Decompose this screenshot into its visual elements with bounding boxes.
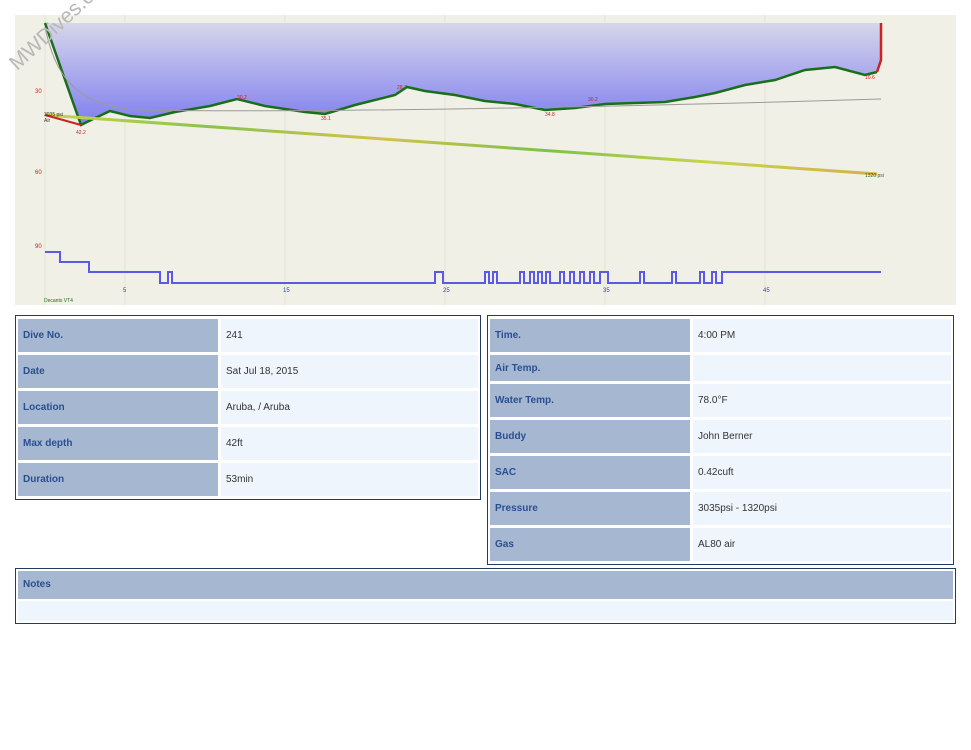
table-row: Time. 4:00 PM — [490, 319, 951, 352]
row-value: 53min — [218, 463, 478, 496]
end-pressure-label: 1320 psi — [865, 173, 884, 179]
depth-mark: 35.1 — [321, 116, 331, 122]
table-row: Air Temp. — [490, 355, 951, 381]
max-depth-mark: 42.2 — [76, 130, 86, 136]
depth-label: 90 — [35, 244, 42, 250]
depth-mark: 30.2 — [588, 97, 598, 103]
time-label: 25 — [443, 288, 450, 294]
table-row: Location Aruba, / Aruba — [18, 391, 478, 424]
row-label: Date — [18, 355, 218, 388]
row-label: SAC — [490, 456, 690, 489]
table-row: Buddy John Berner — [490, 420, 951, 453]
row-value: 0.42cuft — [690, 456, 951, 489]
row-label: Time. — [490, 319, 690, 352]
time-axis: 5 15 25 35 45 — [123, 288, 770, 294]
depth-area — [45, 23, 881, 125]
time-label: 5 — [123, 288, 127, 294]
depth-label: 60 — [35, 170, 42, 176]
row-label: Location — [18, 391, 218, 424]
notes-value — [18, 601, 953, 621]
dive-conditions-table: Time. 4:00 PM Air Temp. Water Temp. 78.0… — [487, 315, 954, 565]
table-row: Water Temp. 78.0°F — [490, 384, 951, 417]
row-label: Dive No. — [18, 319, 218, 352]
dive-profile-chart: 30 60 90 5 15 25 35 45 3035 psi Air 42.2… — [15, 15, 956, 305]
depth-label: 30 — [35, 89, 42, 95]
depth-mark: 10.6 — [865, 75, 875, 81]
time-label: 35 — [603, 288, 610, 294]
row-value: 4:00 PM — [690, 319, 951, 352]
row-value: 42ft — [218, 427, 478, 460]
row-label: Max depth — [18, 427, 218, 460]
table-row: Dive No. 241 — [18, 319, 478, 352]
row-label: Buddy — [490, 420, 690, 453]
temperature-line — [45, 251, 881, 284]
row-value: Sat Jul 18, 2015 — [218, 355, 478, 388]
row-value: Aruba, / Aruba — [218, 391, 478, 424]
notes-label: Notes — [18, 571, 953, 599]
row-label: Pressure — [490, 492, 690, 525]
row-label: Air Temp. — [490, 355, 690, 381]
table-row: Date Sat Jul 18, 2015 — [18, 355, 478, 388]
table-row: Max depth 42ft — [18, 427, 478, 460]
pressure-line — [44, 113, 878, 176]
time-label: 15 — [283, 288, 290, 294]
table-row: Pressure 3035psi - 1320psi — [490, 492, 951, 525]
row-value: 3035psi - 1320psi — [690, 492, 951, 525]
depth-mark: 34.8 — [545, 112, 555, 118]
row-value: John Berner — [690, 420, 951, 453]
dive-summary-table: Dive No. 241 Date Sat Jul 18, 2015 Locat… — [15, 315, 481, 500]
row-value: 241 — [218, 319, 478, 352]
row-label: Duration — [18, 463, 218, 496]
table-row: SAC 0.42cuft — [490, 456, 951, 489]
depth-mark: 30.2 — [237, 95, 247, 101]
row-value — [690, 355, 951, 381]
time-label: 45 — [763, 288, 770, 294]
depth-axis: 30 60 90 — [35, 89, 42, 250]
gas-label: Air — [44, 118, 50, 124]
notes-section: Notes — [15, 568, 956, 624]
row-value: 78.0°F — [690, 384, 951, 417]
depth-mark: 28.7 — [397, 85, 407, 91]
table-row: Duration 53min — [18, 463, 478, 496]
row-label: Gas — [490, 528, 690, 561]
table-row: Gas AL80 air — [490, 528, 951, 561]
row-label: Water Temp. — [490, 384, 690, 417]
deco-model-label: Decants VT4 — [44, 298, 73, 304]
row-value: AL80 air — [690, 528, 951, 561]
